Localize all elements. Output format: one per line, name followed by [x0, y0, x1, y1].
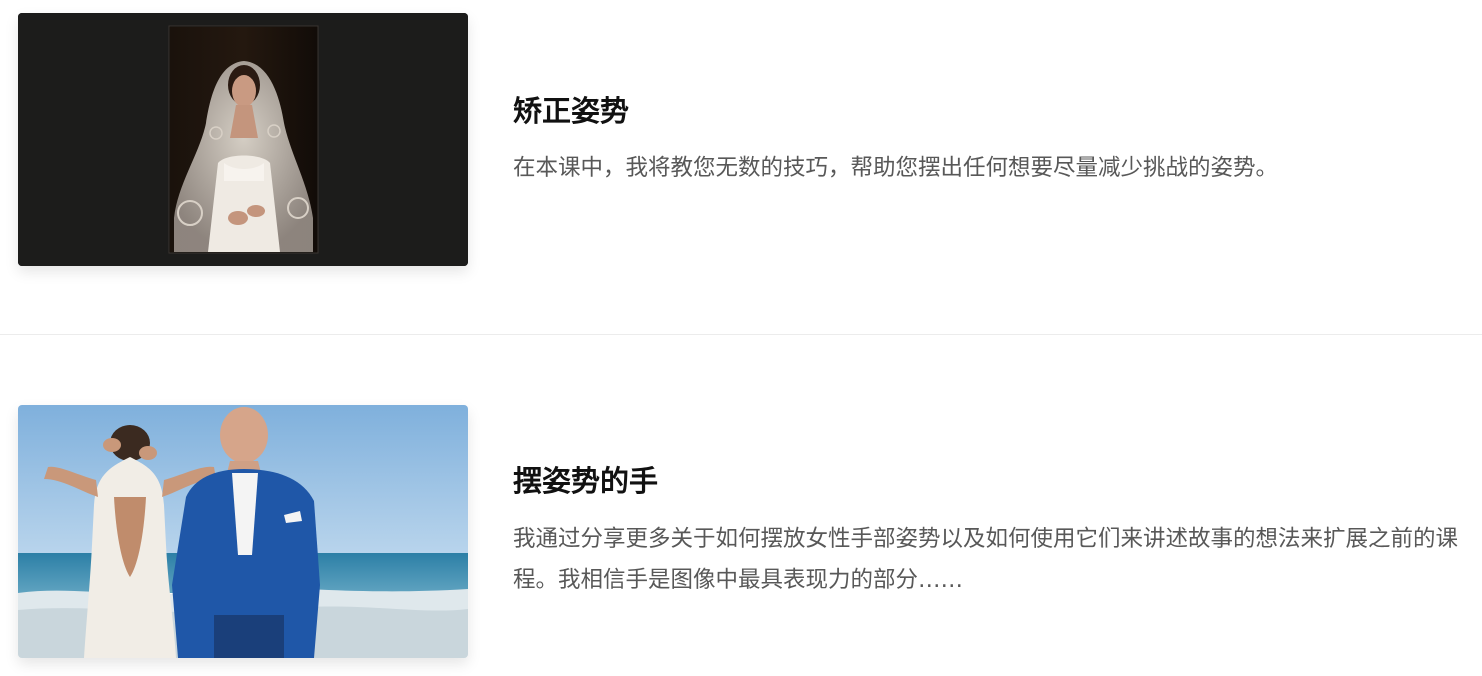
- lesson-item[interactable]: 矫正姿势 在本课中，我将教您无数的技巧，帮助您摆出任何想要尽量减少挑战的姿势。: [0, 0, 1482, 335]
- lesson-description: 在本课中，我将教您无数的技巧，帮助您摆出任何想要尽量减少挑战的姿势。: [513, 155, 1279, 181]
- lesson-thumbnail[interactable]: [18, 405, 468, 658]
- beach-couple-image: [18, 405, 468, 658]
- lesson-thumbnail[interactable]: [18, 13, 468, 266]
- lesson-title[interactable]: 摆姿势的手: [513, 463, 658, 499]
- bride-portrait-image: [18, 13, 468, 266]
- lesson-description: 我通过分享更多关于如何摆放女性手部姿势以及如何使用它们来讲述故事的想法来扩展之前…: [513, 526, 1459, 593]
- lesson-item[interactable]: 摆姿势的手 我通过分享更多关于如何摆放女性手部姿势以及如何使用它们来讲述故事的想…: [0, 335, 1482, 676]
- lesson-title[interactable]: 矫正姿势: [513, 93, 629, 129]
